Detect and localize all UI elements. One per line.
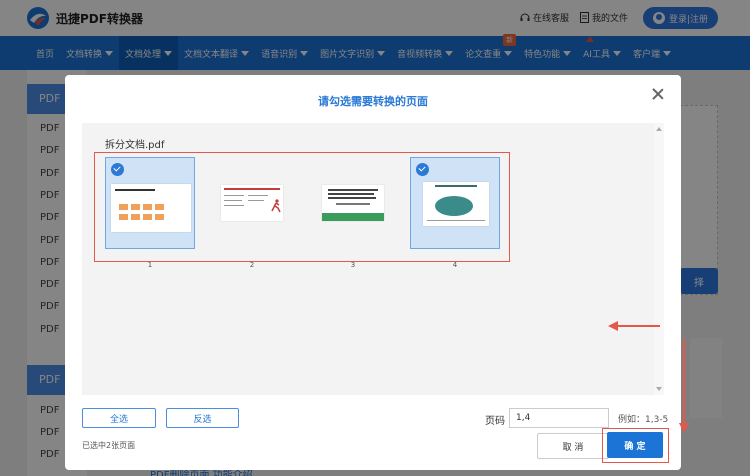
- annotation-arrow-left-icon: [608, 321, 618, 331]
- invert-selection-button[interactable]: 反选: [166, 408, 239, 428]
- vertical-scrollbar[interactable]: [654, 123, 664, 395]
- annotation-arrow-line-vertical: [683, 339, 685, 423]
- annotation-arrow-down-icon: [679, 423, 689, 433]
- page-preview-2: [221, 185, 283, 221]
- page-select-dialog: 请勾选需要转换的页面 拆分文档.pdf 1 2 3 4 全选 反选 页码 1,4…: [65, 75, 689, 470]
- page-number: 3: [350, 261, 356, 269]
- file-name: 拆分文档.pdf: [105, 140, 165, 151]
- page-thumbnail-4[interactable]: [410, 157, 500, 249]
- scroll-up-icon[interactable]: [656, 127, 662, 131]
- page-code-input[interactable]: [509, 408, 609, 428]
- runner-icon: [271, 199, 281, 213]
- page-number: 1: [147, 261, 153, 269]
- page-code-label: 页码: [485, 416, 505, 427]
- page-preview-1: [111, 184, 191, 232]
- page-preview-4: [423, 182, 489, 226]
- dialog-title: 请勾选需要转换的页面: [318, 95, 428, 108]
- page-number: 4: [452, 261, 458, 269]
- page-code-example: 例如：1,3-5: [618, 415, 669, 425]
- page-number: 2: [249, 261, 255, 269]
- checkmark-icon: [416, 163, 429, 176]
- select-all-button[interactable]: 全选: [82, 408, 156, 428]
- selected-count: 已选中2张页面: [82, 441, 136, 450]
- close-icon[interactable]: [651, 87, 665, 101]
- annotation-arrow-line: [618, 325, 660, 327]
- cancel-button[interactable]: 取 消: [537, 433, 609, 459]
- confirm-button[interactable]: 确 定: [607, 432, 663, 458]
- page-preview-area: 拆分文档.pdf 1 2 3 4: [82, 123, 664, 395]
- scroll-down-icon[interactable]: [656, 387, 662, 391]
- page-thumbnail-2[interactable]: [207, 157, 297, 249]
- checkmark-icon: [111, 163, 124, 176]
- page-preview-3: [322, 185, 384, 221]
- page-thumbnail-3[interactable]: [308, 157, 398, 249]
- page-thumbnail-1[interactable]: [105, 157, 195, 249]
